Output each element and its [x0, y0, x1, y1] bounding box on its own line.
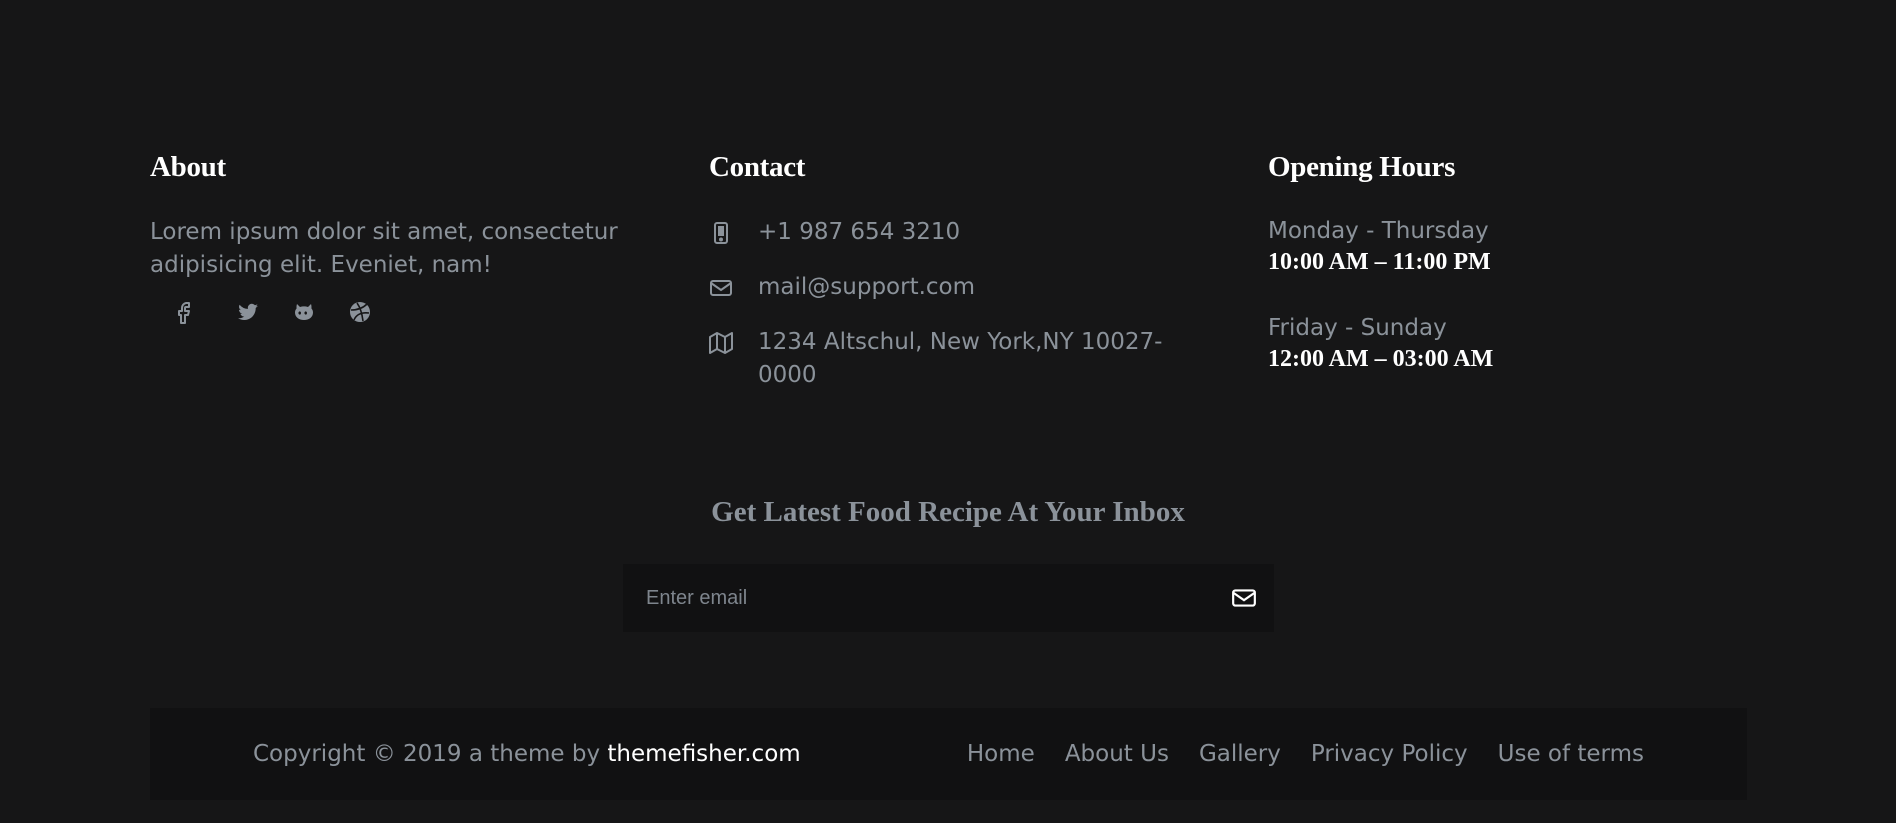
- contact-column: Contact +1 987 654 3210 mail@support.com…: [709, 148, 1189, 414]
- facebook-icon: [178, 302, 190, 324]
- hours-days-weekend: Friday - Sunday: [1268, 315, 1447, 341]
- contact-address: 1234 Altschul, New York,NY 10027-0000: [758, 329, 1163, 388]
- hours-title: Opening Hours: [1268, 151, 1456, 183]
- contact-list: +1 987 654 3210 mail@support.com 1234 Al…: [709, 216, 1189, 392]
- phone-icon: [709, 216, 758, 249]
- hours-list: Monday - Thursday 10:00 AM – 11:00 PM Fr…: [1268, 216, 1748, 375]
- footer-bottom-bar: Copyright © 2019 a theme by themefisher.…: [150, 708, 1747, 800]
- hours-column: Opening Hours Monday - Thursday 10:00 AM…: [1268, 148, 1748, 375]
- copyright: Copyright © 2019 a theme by themefisher.…: [253, 708, 801, 800]
- envelope-icon: [1232, 589, 1256, 607]
- twitter-icon: [238, 303, 258, 320]
- footer-nav-home[interactable]: Home: [967, 741, 1035, 767]
- dribbble-link[interactable]: [332, 294, 388, 330]
- newsletter-submit-button[interactable]: [1214, 564, 1274, 632]
- contact-phone-row: +1 987 654 3210: [709, 216, 1189, 249]
- about-text: Lorem ipsum dolor sit amet, consectetur …: [150, 219, 618, 278]
- contact-address-row: 1234 Altschul, New York,NY 10027-0000: [709, 326, 1189, 392]
- footer-nav-use-of-terms[interactable]: Use of terms: [1498, 741, 1644, 767]
- newsletter-email-input[interactable]: [623, 564, 1214, 632]
- copyright-text: Copyright © 2019 a theme by: [253, 741, 608, 767]
- footer-nav: Home About Us Gallery Privacy Policy Use…: [967, 708, 1644, 800]
- about-column: About Lorem ipsum dolor sit amet, consec…: [150, 148, 630, 330]
- hours-time-weekday: 10:00 AM – 11:00 PM: [1268, 249, 1491, 275]
- dribbble-icon: [350, 302, 370, 322]
- contact-email-row: mail@support.com: [709, 271, 1189, 304]
- contact-title: Contact: [709, 151, 806, 183]
- hours-days-weekday: Monday - Thursday: [1268, 218, 1489, 244]
- footer-nav-privacy-policy[interactable]: Privacy Policy: [1311, 741, 1468, 767]
- about-title: About: [150, 151, 226, 183]
- hours-time-weekend: 12:00 AM – 03:00 AM: [1268, 346, 1494, 372]
- contact-phone: +1 987 654 3210: [758, 219, 961, 245]
- brand-link[interactable]: themefisher.com: [607, 741, 800, 767]
- twitter-link[interactable]: [220, 294, 276, 330]
- github-icon: [295, 304, 313, 320]
- footer-nav-gallery[interactable]: Gallery: [1199, 741, 1281, 767]
- contact-email: mail@support.com: [758, 274, 976, 300]
- envelope-icon: [709, 271, 758, 304]
- github-link[interactable]: [276, 294, 332, 330]
- map-icon: [709, 326, 758, 359]
- newsletter-form: [623, 564, 1274, 632]
- newsletter-title: Get Latest Food Recipe At Your Inbox: [711, 496, 1185, 528]
- social-links: [150, 294, 630, 330]
- facebook-link[interactable]: [172, 294, 196, 330]
- footer-nav-about-us[interactable]: About Us: [1065, 741, 1169, 767]
